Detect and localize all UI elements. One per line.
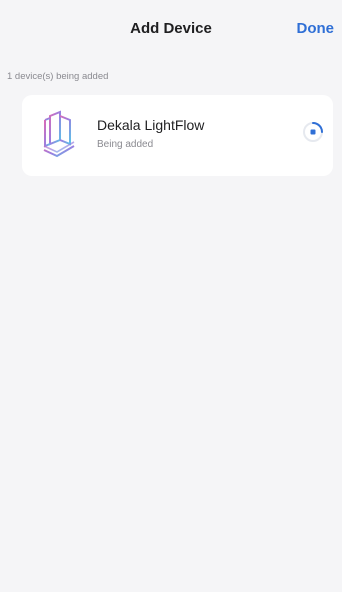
device-status: Being added [97,139,154,150]
done-button[interactable]: Done [297,20,335,37]
navigation-bar: Add Device Done [0,0,342,58]
loading-spinner-icon [303,122,323,142]
device-card[interactable]: Dekala LightFlow Being added [22,95,333,176]
page-title: Add Device [130,20,212,37]
lightflow-logo-icon [43,110,75,158]
add-device-screen: Add Device Done 1 device(s) being added … [0,0,342,592]
device-name: Dekala LightFlow [97,117,205,133]
devices-being-added-caption: 1 device(s) being added [7,71,109,82]
